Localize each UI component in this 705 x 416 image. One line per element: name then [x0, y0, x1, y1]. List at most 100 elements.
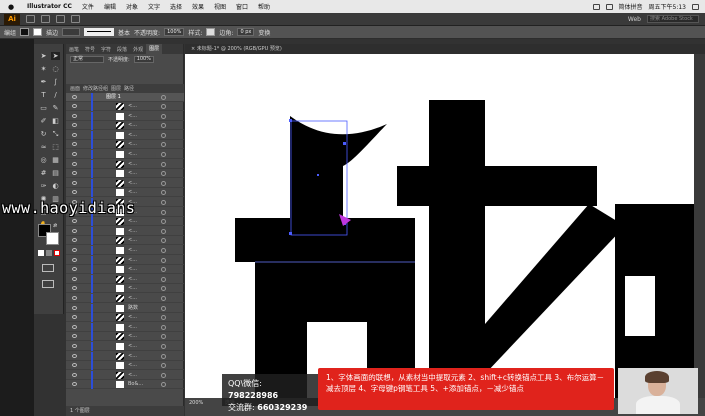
- shape-builder-icon[interactable]: ◎: [39, 156, 48, 164]
- layer-row[interactable]: <...: [66, 361, 184, 371]
- layer-row[interactable]: <...: [66, 102, 184, 111]
- eye-icon[interactable]: [72, 228, 77, 233]
- eye-icon[interactable]: [72, 324, 77, 329]
- layer-name[interactable]: <...: [128, 179, 137, 188]
- target-icon[interactable]: [161, 353, 166, 359]
- layer-name[interactable]: <...: [128, 121, 137, 130]
- opacity-field[interactable]: 100%: [133, 55, 154, 63]
- subheader-3[interactable]: 路径: [124, 85, 134, 92]
- bridge-icon[interactable]: [26, 15, 35, 23]
- eye-icon[interactable]: [72, 248, 77, 252]
- layer-row[interactable]: <...: [66, 284, 184, 294]
- free-transform-icon[interactable]: ⬚: [51, 143, 60, 151]
- lasso-icon[interactable]: ◌: [51, 65, 60, 73]
- layer-name[interactable]: <...: [128, 246, 137, 255]
- scale-tool-icon[interactable]: ⤡: [51, 130, 60, 138]
- menu-select[interactable]: 选择: [165, 2, 187, 11]
- wifi-icon[interactable]: [592, 3, 600, 10]
- eye-icon[interactable]: [72, 190, 77, 195]
- target-icon[interactable]: [161, 219, 166, 225]
- eye-icon[interactable]: [72, 219, 77, 224]
- eye-icon[interactable]: [72, 276, 77, 281]
- layer-name[interactable]: <...: [128, 352, 137, 361]
- layer-row[interactable]: <...: [66, 265, 184, 275]
- layer-row[interactable]: <...: [66, 370, 184, 380]
- eraser-icon[interactable]: ◧: [51, 117, 60, 125]
- glyph-right-stem[interactable]: [429, 100, 485, 398]
- layer-row[interactable]: <...: [66, 226, 184, 236]
- mesh-tool-icon[interactable]: #: [39, 169, 48, 177]
- layer-name[interactable]: <...: [128, 131, 137, 140]
- menu-help[interactable]: 帮助: [253, 2, 275, 11]
- subheader-0[interactable]: 画面: [70, 85, 80, 92]
- workspace-switcher[interactable]: Web: [628, 16, 641, 23]
- layer-row[interactable]: <...: [66, 111, 184, 121]
- input-method[interactable]: 简体拼音: [619, 2, 643, 11]
- layer-row[interactable]: <...: [66, 236, 184, 246]
- layer-name[interactable]: <...: [128, 342, 137, 351]
- target-icon[interactable]: [161, 315, 166, 321]
- layer-row[interactable]: <...: [66, 351, 184, 361]
- eye-icon[interactable]: [72, 382, 77, 387]
- layer-name[interactable]: <...: [128, 361, 137, 370]
- color-mode-icon[interactable]: [38, 250, 44, 256]
- eye-icon[interactable]: [72, 315, 77, 320]
- eye-icon[interactable]: [72, 334, 77, 339]
- eye-icon[interactable]: [72, 296, 77, 300]
- layer-row[interactable]: <...: [66, 159, 184, 169]
- eye-icon[interactable]: [72, 132, 77, 137]
- tab-brushes[interactable]: 画笔: [66, 46, 82, 53]
- target-icon[interactable]: [161, 248, 166, 253]
- none-mode-icon[interactable]: [54, 250, 60, 256]
- layer-name[interactable]: <...: [128, 160, 137, 169]
- stock-search-input[interactable]: 搜索 Adobe Stock: [647, 15, 699, 23]
- search-icon[interactable]: [692, 3, 699, 10]
- eye-icon[interactable]: [72, 142, 77, 147]
- swap-fill-stroke-icon[interactable]: ⇄: [53, 223, 59, 229]
- perspective-grid-icon[interactable]: ▦: [51, 156, 60, 164]
- screen-mode-icon[interactable]: [42, 280, 54, 288]
- menu-effect[interactable]: 效果: [187, 2, 209, 11]
- layer-name[interactable]: <...: [128, 265, 137, 274]
- gradient-mode-icon[interactable]: [46, 250, 52, 256]
- target-icon[interactable]: [161, 257, 166, 263]
- zoom-level[interactable]: 200%: [189, 400, 203, 406]
- target-icon[interactable]: [161, 142, 166, 148]
- layer-name[interactable]: Bo&...: [128, 380, 143, 389]
- glyph-right-gap[interactable]: [625, 276, 655, 336]
- brush-style[interactable]: 基本: [118, 28, 130, 37]
- anchor-point[interactable]: [343, 142, 346, 145]
- blend-mode-select[interactable]: 正常: [70, 55, 104, 63]
- eye-icon[interactable]: [72, 305, 77, 310]
- pen-tool-icon[interactable]: ✒: [39, 78, 48, 86]
- layer-row[interactable]: <...: [66, 130, 184, 140]
- target-icon[interactable]: [161, 180, 166, 186]
- layer-name[interactable]: <...: [128, 140, 137, 149]
- tab-character[interactable]: 字符: [98, 46, 114, 53]
- layer-name[interactable]: <...: [128, 332, 137, 341]
- layer-name[interactable]: <...: [128, 313, 137, 322]
- layer-row[interactable]: <...: [66, 178, 184, 188]
- stroke-swatch[interactable]: [33, 28, 43, 36]
- anchor-point[interactable]: [317, 174, 319, 176]
- target-icon[interactable]: [161, 334, 166, 340]
- blend-tool-icon[interactable]: ◐: [51, 182, 60, 190]
- layer-row[interactable]: 路数: [66, 303, 184, 313]
- eye-icon[interactable]: [72, 286, 77, 291]
- artboard[interactable]: [185, 54, 694, 398]
- anchor-point[interactable]: [289, 232, 292, 235]
- layer-row[interactable]: <...: [66, 188, 184, 198]
- subheader-1[interactable]: 修改路径组: [83, 85, 108, 92]
- target-icon[interactable]: [161, 372, 166, 378]
- tab-appearance[interactable]: 外观: [130, 46, 146, 53]
- layer-name[interactable]: <...: [128, 102, 137, 111]
- draw-mode-icon[interactable]: [42, 264, 54, 272]
- layer-name[interactable]: <...: [128, 150, 137, 159]
- target-icon[interactable]: [161, 161, 166, 167]
- tab-layers[interactable]: 图层: [146, 44, 163, 54]
- target-icon[interactable]: [161, 267, 166, 273]
- eyedropper-icon[interactable]: ✑: [39, 182, 48, 190]
- stock-icon[interactable]: [41, 15, 50, 23]
- target-icon[interactable]: [161, 382, 166, 388]
- layer-name[interactable]: 图层 1: [106, 93, 121, 102]
